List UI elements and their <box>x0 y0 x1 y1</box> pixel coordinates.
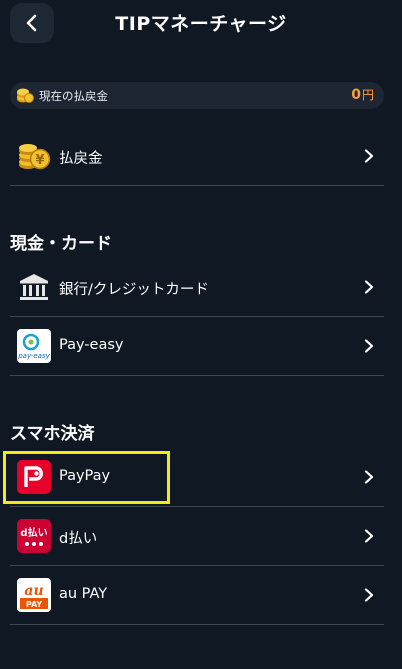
refund-label: 払戻金 <box>59 151 103 167</box>
au-pay-logo-icon: au PAY <box>17 578 51 612</box>
section-title-cash-card: 現金・カード <box>10 234 112 254</box>
chevron-right-icon <box>364 529 374 543</box>
au-pay-label: au PAY <box>59 586 108 602</box>
pay-easy-row[interactable]: pay-easy Pay-easy <box>10 317 384 376</box>
d-barai-label: d払い <box>59 531 98 547</box>
paypay-highlight-box <box>3 451 170 504</box>
bank-credit-card-row[interactable]: 銀行/クレジットカード <box>10 258 384 317</box>
au-pay-logo-text: PAY <box>26 600 43 609</box>
d-barai-logo-icon: d払い <box>17 519 51 553</box>
balance-value: 0 <box>351 87 361 103</box>
refund-row[interactable]: ¥ 払戻金 <box>10 127 384 186</box>
svg-text:¥: ¥ <box>35 153 44 168</box>
au-pay-row[interactable]: au PAY au PAY <box>10 566 384 625</box>
page-title: TIPマネーチャージ <box>115 13 287 35</box>
d-barai-row[interactable]: d払い d払い <box>10 507 384 566</box>
header: TIPマネーチャージ <box>0 0 402 46</box>
au-logo-text: au <box>24 583 43 599</box>
pay-easy-label: Pay-easy <box>59 337 124 353</box>
pay-easy-logo-icon: pay-easy <box>17 329 51 363</box>
bank-icon <box>20 274 48 300</box>
bank-credit-card-label: 銀行/クレジットカード <box>59 282 209 298</box>
chevron-right-icon <box>364 280 374 294</box>
balance-unit: 円 <box>361 88 374 102</box>
chevron-right-icon <box>364 588 374 602</box>
chevron-right-icon <box>364 339 374 353</box>
section-title-mobile-payment: スマホ決済 <box>10 424 95 444</box>
chevron-right-icon <box>364 149 374 163</box>
d-barai-logo-text: d払い <box>20 526 47 539</box>
balance-amount: 0円 <box>351 86 374 103</box>
yen-coins-icon: ¥ <box>19 144 51 170</box>
current-refund-balance: 現在の払戻金 0円 <box>10 82 384 109</box>
coin-stack-icon <box>17 88 34 103</box>
balance-label: 現在の払戻金 <box>39 89 108 103</box>
pay-easy-logo-text: pay-easy <box>17 352 50 360</box>
chevron-right-icon <box>364 470 374 484</box>
